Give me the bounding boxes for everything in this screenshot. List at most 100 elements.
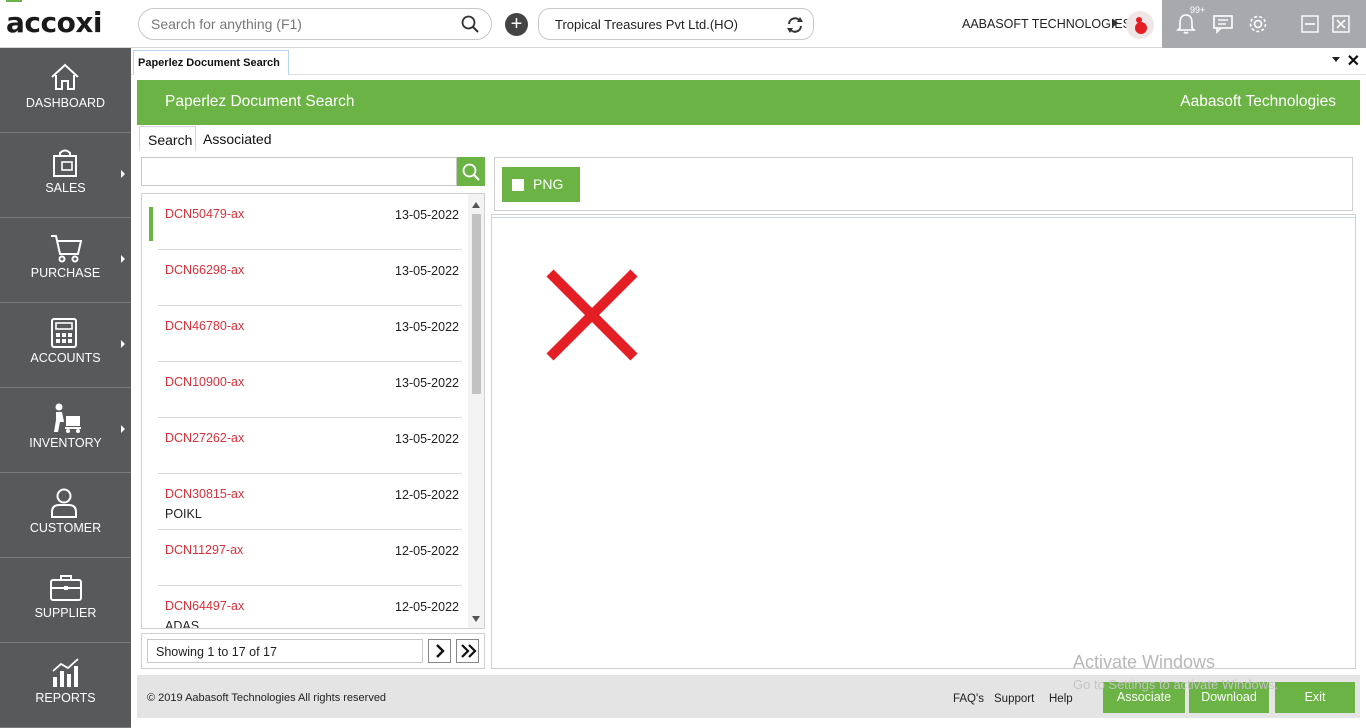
- tab-paperlez-document-search[interactable]: Paperlez Document Search: [133, 50, 289, 75]
- close-tab-icon[interactable]: ✕: [1347, 51, 1360, 71]
- sidebar-item-purchase[interactable]: PURCHASE: [0, 218, 131, 303]
- top-right-tools: 99+: [1162, 0, 1366, 48]
- app-logo[interactable]: accoxi: [6, 0, 102, 39]
- document-id[interactable]: DCN66298-ax: [165, 263, 244, 277]
- sidebar-item-customer[interactable]: CUSTOMER: [0, 473, 131, 558]
- sidebar-item-label: DASHBOARD: [25, 96, 106, 110]
- document-list: DCN50479-ax 13-05-2022 DCN66298-ax 13-05-20…: [141, 193, 485, 629]
- scroll-down-icon[interactable]: [472, 616, 480, 622]
- document-date: 13-05-2022: [395, 320, 459, 334]
- scrollbar-thumb[interactable]: [472, 214, 481, 394]
- user-avatar[interactable]: [1126, 11, 1154, 39]
- document-remark: ADAS: [165, 619, 200, 629]
- document-tab-strip: Paperlez Document Search ✕: [131, 48, 1366, 75]
- list-item[interactable]: DCN11297-ax 12-05-2022: [158, 530, 462, 586]
- sidebar-item-reports[interactable]: REPORTS: [0, 643, 131, 728]
- pagination: Showing 1 to 17 of 17: [141, 633, 485, 669]
- list-item[interactable]: DCN50479-ax 13-05-2022: [149, 194, 462, 250]
- copyright-text: © 2019 Aabasoft Technologies All rights …: [147, 692, 387, 704]
- selected-indicator: [149, 207, 153, 241]
- sidebar-item-accounts[interactable]: ACCOUNTS: [0, 303, 131, 388]
- document-id[interactable]: DCN27262-ax: [165, 431, 244, 445]
- caret-right-icon[interactable]: [1113, 19, 1118, 27]
- sidebar-item-label: INVENTORY: [29, 436, 102, 450]
- document-date: 13-05-2022: [395, 208, 459, 222]
- search-icon[interactable]: [461, 15, 479, 38]
- document-search-field[interactable]: [141, 157, 457, 186]
- sidebar-item-supplier[interactable]: SUPPLIER: [0, 558, 131, 643]
- company-selector[interactable]: Tropical Treasures Pvt Ltd.(HO): [538, 8, 814, 40]
- document-date: 12-05-2022: [395, 544, 459, 558]
- broken-image-icon: [546, 269, 638, 361]
- company-name: Tropical Treasures Pvt Ltd.(HO): [555, 17, 739, 32]
- list-item[interactable]: DCN66298-ax 13-05-2022: [158, 250, 462, 306]
- list-scrollbar[interactable]: [468, 194, 484, 628]
- document-viewer: [491, 214, 1356, 669]
- png-checkbox[interactable]: [512, 179, 524, 191]
- document-id[interactable]: DCN64497-ax: [165, 599, 244, 613]
- list-item[interactable]: DCN10900-ax 13-05-2022: [158, 362, 462, 418]
- briefcase-icon: [50, 575, 82, 601]
- document-date: 13-05-2022: [395, 432, 459, 446]
- minimize-icon[interactable]: [1301, 15, 1319, 38]
- document-date: 12-05-2022: [395, 600, 459, 614]
- list-item[interactable]: DCN46780-ax 13-05-2022: [158, 306, 462, 362]
- sidebar-item-label: PURCHASE: [30, 266, 101, 280]
- chevron-right-icon: [121, 425, 125, 433]
- shopping-bag-icon: [53, 149, 77, 177]
- page-title: Paperlez Document Search: [165, 93, 355, 110]
- activate-windows-subtext: Go to Settings to activate Windows.: [1073, 677, 1279, 692]
- chevron-right-icon: [121, 255, 125, 263]
- global-search[interactable]: [138, 8, 492, 40]
- cart-icon: [51, 235, 83, 263]
- document-id[interactable]: DCN11297-ax: [165, 543, 243, 557]
- document-id[interactable]: DCN10900-ax: [165, 375, 244, 389]
- switch-company-icon[interactable]: [785, 15, 805, 40]
- sidebar-item-label: SUPPLIER: [34, 606, 97, 620]
- support-link[interactable]: Support: [994, 693, 1034, 705]
- scroll-up-icon[interactable]: [472, 202, 480, 208]
- document-remark: POIKL: [165, 507, 202, 521]
- global-search-input[interactable]: [151, 16, 451, 32]
- sidebar-item-label: REPORTS: [35, 691, 96, 705]
- gear-icon[interactable]: [1247, 13, 1269, 40]
- viewer-toolbar: PNG: [494, 157, 1353, 211]
- document-id[interactable]: DCN30815-ax: [165, 487, 244, 501]
- organization-name[interactable]: AABASOFT TECHNOLOGIES: [962, 17, 1131, 31]
- chevron-right-icon: [121, 340, 125, 348]
- tab-search[interactable]: Search: [139, 126, 196, 151]
- list-item[interactable]: DCN30815-ax 12-05-2022 POIKL: [158, 474, 462, 530]
- tab-associated[interactable]: Associated: [195, 126, 279, 151]
- sidebar-item-sales[interactable]: SALES: [0, 133, 131, 218]
- next-page-button[interactable]: [428, 639, 451, 663]
- sidebar-item-inventory[interactable]: INVENTORY: [0, 388, 131, 473]
- list-item[interactable]: DCN27262-ax 13-05-2022: [158, 418, 462, 474]
- tab-menu-icon[interactable]: [1332, 57, 1340, 62]
- png-format-toggle[interactable]: PNG: [502, 167, 580, 202]
- document-search-button[interactable]: [457, 157, 485, 186]
- inventory-icon: [54, 403, 81, 433]
- activate-windows-watermark: Activate Windows: [1073, 652, 1216, 672]
- notification-badge: 99+: [1190, 5, 1206, 15]
- last-page-button[interactable]: [456, 639, 479, 663]
- document-date: 13-05-2022: [395, 264, 459, 278]
- sidebar-item-label: SALES: [45, 181, 86, 195]
- add-icon[interactable]: +: [505, 13, 528, 36]
- exit-button[interactable]: Exit: [1275, 682, 1355, 713]
- help-link[interactable]: Help: [1049, 693, 1073, 705]
- document-search-input[interactable]: [142, 158, 456, 185]
- home-icon: [51, 63, 79, 90]
- calculator-icon: [51, 318, 77, 348]
- pagination-info: Showing 1 to 17 of 17: [147, 639, 423, 663]
- bell-icon[interactable]: [1176, 13, 1196, 40]
- sidebar-item-dashboard[interactable]: DASHBOARD: [0, 48, 131, 133]
- message-icon[interactable]: [1213, 14, 1233, 39]
- faq-link[interactable]: FAQ's: [953, 693, 984, 705]
- close-window-icon[interactable]: [1332, 15, 1350, 38]
- chart-icon: [52, 658, 79, 687]
- page-header: Paperlez Document Search Aabasoft Techno…: [137, 80, 1360, 125]
- png-label: PNG: [533, 176, 564, 192]
- document-id[interactable]: DCN46780-ax: [165, 319, 244, 333]
- list-item[interactable]: DCN64497-ax 12-05-2022 ADAS: [158, 586, 462, 629]
- document-id[interactable]: DCN50479-ax: [165, 207, 244, 221]
